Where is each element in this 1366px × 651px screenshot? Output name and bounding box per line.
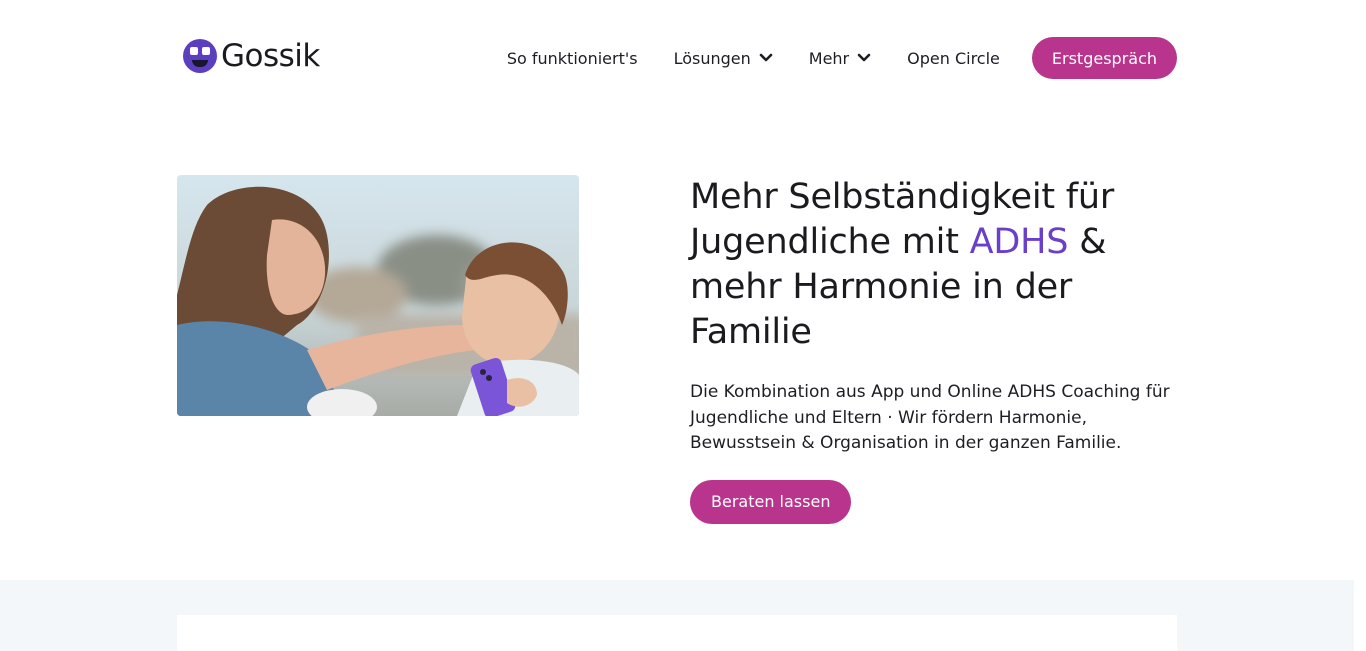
hero-image: [177, 175, 579, 416]
logo[interactable]: Gossik: [183, 38, 320, 74]
main-nav: So funktioniert's Lösungen Mehr Open Cir…: [507, 37, 1177, 79]
hero-text: Mehr Selbständigkeit für Jugendliche mit…: [690, 175, 1190, 524]
chevron-down-icon: [759, 53, 773, 62]
beraten-lassen-button[interactable]: Beraten lassen: [690, 479, 852, 524]
nav-item-label: So funktioniert's: [506, 48, 638, 68]
content-card: [177, 615, 1177, 651]
site-header: Gossik So funktioniert's Lösungen Mehr O…: [0, 0, 1354, 116]
chevron-down-icon: [857, 53, 871, 62]
nav-item-so-funktionierts[interactable]: So funktioniert's: [507, 49, 638, 68]
scrollbar[interactable]: [1354, 0, 1366, 651]
nav-item-label: Mehr: [808, 48, 850, 68]
nav-item-label: Lösungen: [673, 48, 751, 68]
logo-text: Gossik: [221, 38, 320, 74]
hero-headline: Mehr Selbständigkeit für Jugendliche mit…: [690, 177, 1115, 352]
gossik-logo-icon: [183, 39, 217, 73]
hero-subtext: Die Kombination aus App und Online ADHS …: [690, 382, 1170, 453]
nav-item-loesungen[interactable]: Lösungen: [674, 49, 773, 68]
erstgespraech-button[interactable]: Erstgespräch: [1031, 37, 1177, 79]
headline-accent: ADHS: [969, 222, 1069, 262]
nav-item-open-circle[interactable]: Open Circle: [907, 49, 1000, 68]
nav-item-label: Open Circle: [907, 48, 1000, 68]
nav-item-mehr[interactable]: Mehr: [809, 49, 871, 68]
